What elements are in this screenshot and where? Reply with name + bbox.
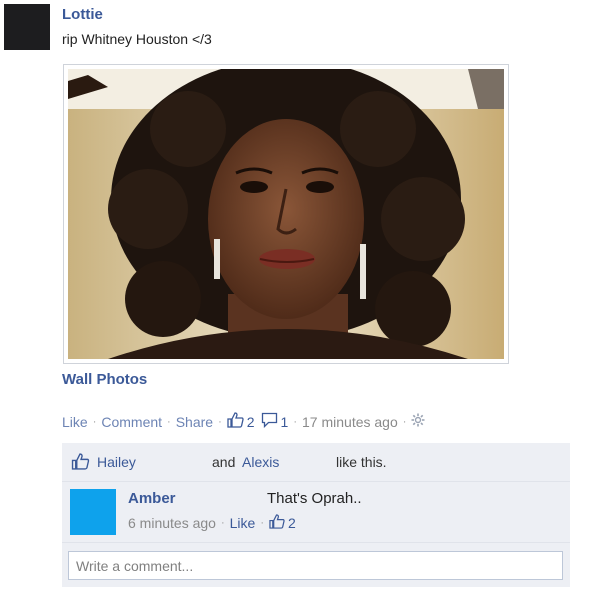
like-count[interactable]: 2 (247, 414, 255, 430)
commenter-avatar[interactable] (70, 489, 116, 535)
separator: · (260, 517, 264, 529)
comment-timestamp[interactable]: 6 minutes ago (128, 515, 216, 531)
comment-bubble-icon[interactable] (261, 412, 278, 431)
liker-name[interactable]: Alexis (242, 454, 279, 470)
comment-meta: 6 minutes ago · Like · 2 (128, 514, 296, 532)
privacy-gear-icon[interactable] (411, 413, 425, 430)
album-link[interactable]: Wall Photos (62, 371, 147, 388)
thumbs-up-icon[interactable] (227, 412, 244, 431)
comment-text: That's Oprah.. (267, 490, 362, 507)
commenter-name[interactable]: Amber (128, 490, 176, 507)
post-timestamp[interactable]: 17 minutes ago (302, 414, 398, 430)
separator: · (402, 415, 407, 428)
share-link[interactable]: Share (176, 414, 213, 430)
comment-count[interactable]: 1 (281, 414, 289, 430)
status-text: rip Whitney Houston </3 (62, 31, 212, 47)
separator: · (167, 415, 171, 428)
likes-and-text: and (212, 454, 236, 470)
comment-like-count[interactable]: 2 (288, 515, 296, 531)
photo-attachment[interactable] (63, 64, 509, 364)
separator: · (218, 415, 222, 428)
poster-name[interactable]: Lottie (62, 6, 103, 23)
comment-item: Amber That's Oprah.. 6 minutes ago · Lik… (62, 482, 570, 543)
photo-image (68, 69, 504, 359)
likes-summary: Hailey and Alexis like this. (62, 443, 570, 482)
thumbs-up-icon (71, 453, 90, 473)
comment-composer[interactable] (68, 551, 563, 580)
post-actions: Like · Comment · Share · 2 1 · 17 minute… (62, 412, 425, 431)
separator: · (220, 517, 225, 529)
separator: · (92, 415, 97, 428)
comment-link[interactable]: Comment (101, 414, 162, 430)
like-link[interactable]: Like (62, 414, 88, 430)
separator: · (293, 415, 298, 428)
thumbs-up-icon[interactable] (269, 514, 285, 532)
poster-avatar[interactable] (4, 4, 50, 50)
comment-like-link[interactable]: Like (230, 515, 256, 531)
likes-suffix: like this. (336, 454, 387, 470)
liker-name[interactable]: Hailey (97, 454, 136, 470)
comment-input[interactable] (69, 552, 562, 579)
